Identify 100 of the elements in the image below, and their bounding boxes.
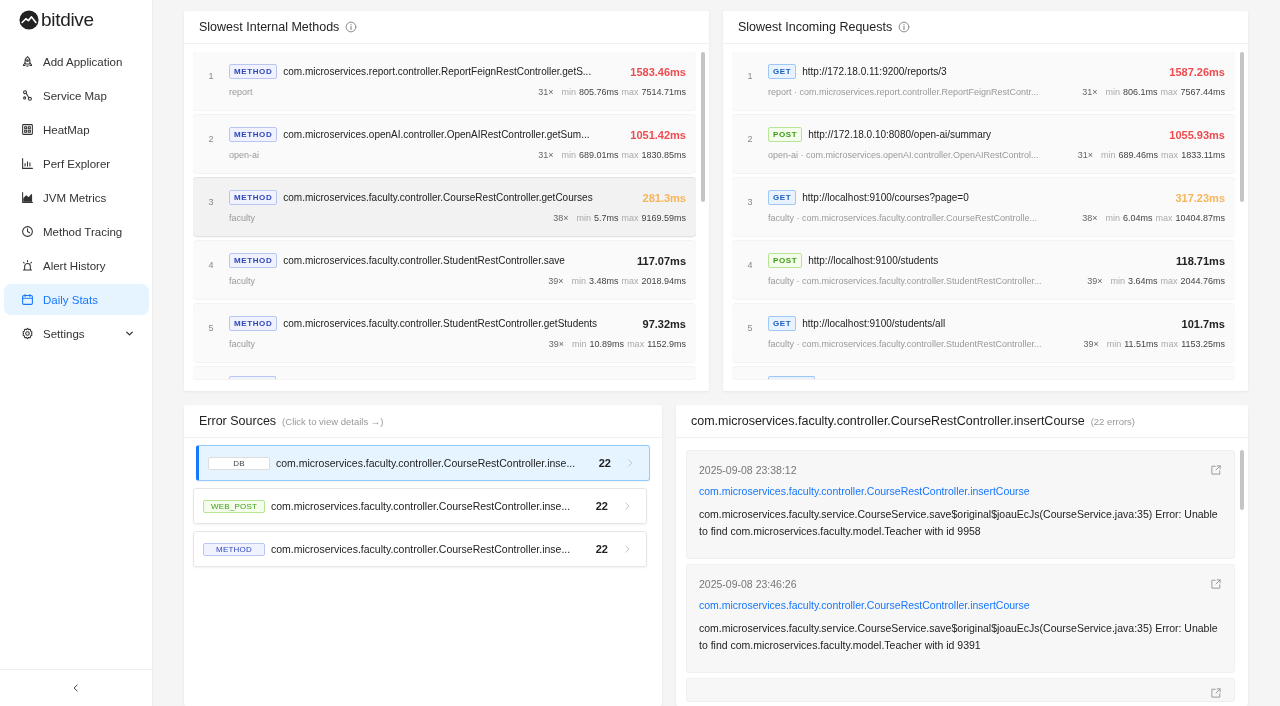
stat-value: 689.46ms [1118,150,1159,160]
chevron-left-icon [71,683,81,693]
service-name: faculty [229,213,256,223]
stat-label: max [621,87,639,97]
duration: 1587.26ms [1169,65,1225,78]
logo-text: bitdive [41,9,94,31]
stat-label: max [621,276,639,286]
error-source-item[interactable]: METHOD com.microservices.faculty.controller.CourseRestController.inse... 22 [193,531,647,567]
stat-label: min [572,339,587,349]
duration: 1055.93ms [1169,128,1225,141]
stat-value: 7567.44ms [1180,87,1225,97]
error-count: 22 [598,457,611,469]
stat-value: 11.51ms [1124,339,1159,349]
rank-number: 1 [207,70,215,83]
call-count: 31× [1077,150,1094,160]
rank-number: 2 [207,133,215,146]
nodes-icon [21,89,34,102]
service-name: open-ai [229,150,261,160]
stat-value: 805.76ms [578,87,619,97]
settings-icon [21,327,34,340]
rank-number: 3 [207,196,215,209]
request-detail: faculty · com.microservices.faculty.controller.CourseRestControlle... [768,213,1038,223]
method-name: com.microservices.faculty.controller.StudentRestController.save [283,255,566,266]
error-count: 22 [595,500,608,512]
type-tag: DB [208,456,270,470]
scrollbar-thumb[interactable] [1240,450,1244,510]
type-tag: METHOD [229,253,278,268]
rank-number: 2 [746,133,754,146]
stat-value: 1830.85ms [641,150,686,160]
type-tag: WEB_POST [203,499,265,513]
list-row[interactable]: 2 METHOD com.microservices.openAI.controller.OpenAIRestController.getSum... 1051.42ms open-ai 31× min 689.01ms max 1830.85ms [193,115,696,173]
request-url: http://172.18.0.11:9200/reports/3 [802,66,948,77]
sidebar-item[interactable]: JVM Metrics [4,182,149,213]
list-row[interactable]: 3 GET http://localhost:9100/courses?page=0 317.23ms faculty · com.microservices.faculty.controller.CourseRestControlle... 38× min 6.04ms max 10404.87ms [732,178,1235,236]
sidebar-item[interactable]: Daily Stats [4,284,149,315]
method-link[interactable]: com.microservices.faculty.controller.CourseRestController.insertCourse [699,599,1030,611]
duration: 1051.42ms [630,128,686,141]
sidebar-item[interactable]: HeatMap [4,114,149,145]
type-tag: METHOD [229,127,278,142]
timestamp: 2025-09-08 23:46:26 [699,578,797,590]
list-row[interactable]: 5 METHOD com.microservices.faculty.controller.StudentRestController.getStudents 97.32ms faculty 39× min 10.89ms max 1152.9ms [193,304,696,362]
list-row[interactable] [732,367,1235,379]
stat-label: min [561,87,576,97]
stat-value: 10.89ms [589,339,625,349]
duration: 281.3ms [642,191,686,204]
duration: 1583.46ms [630,65,686,78]
stat-value: 7514.71ms [641,87,686,97]
stat-value: 2044.76ms [1180,276,1225,286]
type-tag [229,376,276,379]
call-count: 31× [538,87,554,97]
sidebar-item[interactable]: Service Map [4,80,149,111]
rank-number: 3 [746,196,754,209]
chevron-right-icon [622,501,632,511]
list-row[interactable]: 4 POST http://localhost:9100/students 118.71ms faculty · com.microservices.faculty.controller.StudentRestController... 39× min 3.64ms max 2044.76ms [732,241,1235,299]
stat-label: min [561,150,576,160]
list-row[interactable]: 3 METHOD com.microservices.faculty.controller.CourseRestController.getCourses 281.3ms faculty 38× min 5.7ms max 9169.59ms [193,178,696,236]
list-row[interactable]: 1 METHOD com.microservices.report.controller.ReportFeignRestController.getS... 1583.46ms report 31× min 805.76ms max 7514.71ms [193,52,696,110]
sidebar-item[interactable]: Alert History [4,250,149,281]
error-source-item[interactable]: WEB_POST com.microservices.faculty.controller.CourseRestController.inse... 22 [193,488,647,524]
type-tag: METHOD [229,190,278,205]
panel-title: com.microservices.faculty.controller.CourseRestController.insertCourse [691,414,1085,428]
stat-label: max [1155,213,1173,223]
list-row[interactable]: 1 GET http://172.18.0.11:9200/reports/3 1587.26ms report · com.microservices.report.controller.ReportFeignRestContr... 31× min 806.1ms max 7567.44ms [732,52,1235,110]
stat-value: 1833.11ms [1181,150,1225,160]
request-url: http://localhost:9100/students/all [802,318,947,329]
list-row[interactable] [193,367,696,379]
scrollbar-thumb[interactable] [1240,52,1244,202]
logo-icon [19,10,39,30]
error-message: com.microservices.faculty.service.CourseService.save$original$joauEcJs(CourseService.java:35) Error: Unable to find com.microservices.faculty.model.Teacher with id 9391 [699,621,1219,653]
sidebar-item[interactable]: Method Tracing [4,216,149,247]
sidebar-item[interactable]: Settings [4,318,149,349]
chevron-right-icon [622,544,632,554]
alarm-icon [21,259,34,272]
call-count: 38× [553,213,569,223]
panel-title: Slowest Incoming Requests [738,20,893,34]
http-method-tag: GET [768,64,797,79]
scrollbar-thumb[interactable] [701,52,705,202]
method-link[interactable]: com.microservices.faculty.controller.CourseRestController.insertCourse [699,485,1030,497]
type-tag: METHOD [229,64,278,79]
chevron-right-icon [625,458,635,468]
http-method-tag: POST [768,127,803,142]
error-source-item[interactable]: DB com.microservices.faculty.controller.CourseRestController.inse... 22 [196,445,650,481]
list-row[interactable]: 4 METHOD com.microservices.faculty.controller.StudentRestController.save 117.07ms faculty 39× min 3.48ms max 2018.94ms [193,241,696,299]
type-tag [768,376,815,379]
type-tag: METHOD [203,542,265,556]
call-count: 31× [1082,87,1098,97]
stat-label: max [621,150,639,160]
error-count: (22 errors) [1090,415,1135,427]
list-row[interactable]: 2 POST http://172.18.0.10:8080/open-ai/summary 1055.93ms open-ai · com.microservices.openAI.controller.OpenAIRestControl... 31× min 689.46ms max 1833.11ms [732,115,1235,173]
call-count: 39× [548,339,565,349]
call-count: 38× [1082,213,1098,223]
rank-number: 4 [207,259,215,272]
sidebar-item[interactable]: Perf Explorer [4,148,149,179]
hint-text: (Click to view details →) [282,415,384,427]
sidebar-item[interactable]: Add Application [4,46,149,77]
list-row[interactable]: 5 GET http://localhost:9100/students/all 101.7ms faculty · com.microservices.faculty.controller.StudentRestController... 39× min 11.51ms max 1153.25ms [732,304,1235,362]
call-count: 39× [1087,276,1103,286]
duration: 101.7ms [1181,317,1225,330]
stat-label: max [1161,150,1179,160]
bar-chart-icon [21,157,34,170]
